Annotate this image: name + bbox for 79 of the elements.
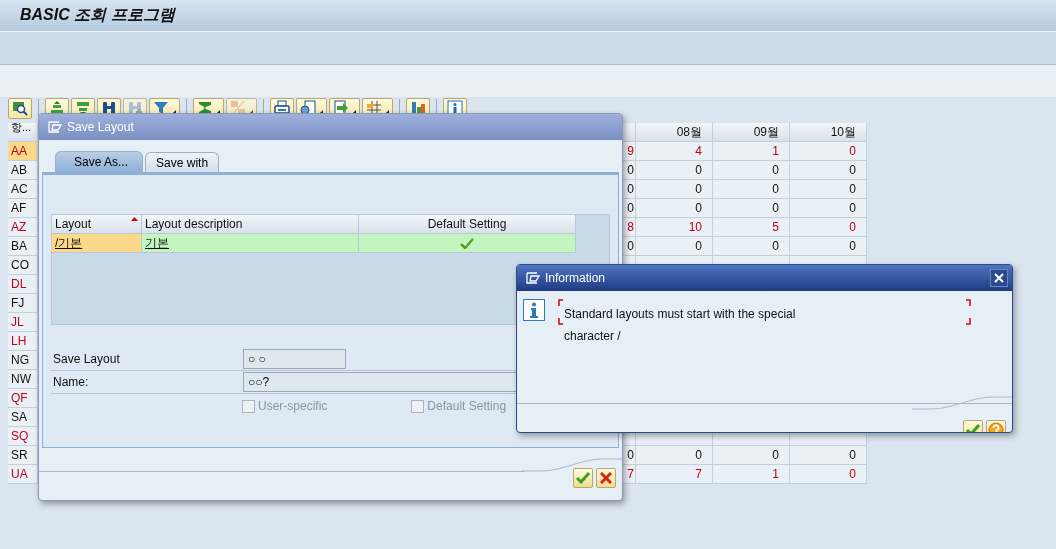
table-cell: JL xyxy=(8,313,38,332)
table-cell: 7 xyxy=(636,465,713,484)
table-cell: 0 xyxy=(790,142,867,161)
dialog-title: Information xyxy=(545,271,606,285)
table-cell: 0 xyxy=(636,180,713,199)
sort-descending-icon xyxy=(75,100,91,116)
focus-marker xyxy=(558,299,563,325)
message-text: Standard layouts must start with the special character / xyxy=(564,306,797,345)
column-header: 항... xyxy=(8,123,38,142)
info-icon xyxy=(523,299,545,321)
table-cell: AZ xyxy=(8,218,38,237)
table-cell: 0 xyxy=(790,237,867,256)
column-header: 09월 xyxy=(713,123,790,142)
description-link[interactable]: 기본 xyxy=(145,236,169,250)
filter-icon xyxy=(153,100,169,116)
column-header: 08월 xyxy=(636,123,713,142)
input-field[interactable]: ○ ○ xyxy=(243,349,346,369)
printer-icon xyxy=(274,100,290,116)
table-cell: LH xyxy=(8,332,38,351)
column-header: 10월 xyxy=(790,123,867,142)
layout-link[interactable]: /기본 xyxy=(55,236,83,250)
field-label: Name: xyxy=(52,375,90,389)
table-cell: 0 xyxy=(636,161,713,180)
table-cell: 5 xyxy=(713,218,790,237)
table-cell: 0 xyxy=(790,161,867,180)
table-cell: AF xyxy=(8,199,38,218)
table-cell: UA xyxy=(8,465,38,484)
table-cell: 0 xyxy=(790,218,867,237)
close-button[interactable] xyxy=(990,269,1008,287)
table-cell: CO xyxy=(8,256,38,275)
column-header: Default Setting xyxy=(359,215,576,234)
column-header: Layout xyxy=(52,215,142,234)
table-cell: 1 xyxy=(713,465,790,484)
table-cell: 4 xyxy=(636,142,713,161)
table-cell: 10 xyxy=(636,218,713,237)
table-cell: SA xyxy=(8,408,38,427)
window-title: BASIC 조회 프로그램 xyxy=(20,5,175,25)
table-cell: 0 xyxy=(636,199,713,218)
table-cell: QF xyxy=(8,389,38,408)
field-label: Save Layout xyxy=(52,352,121,366)
table-cell: DL xyxy=(8,275,38,294)
table-cell: AA xyxy=(8,142,38,161)
sigma-icon xyxy=(197,100,213,116)
table-cell: 0 xyxy=(636,446,713,465)
checkbox-label: Default Setting xyxy=(427,399,507,413)
table-cell: SQ xyxy=(8,427,38,446)
cancel-button[interactable] xyxy=(596,468,616,488)
sort-marker-icon xyxy=(131,217,138,221)
table-cell: 0 xyxy=(713,161,790,180)
window-icon xyxy=(48,121,62,133)
table-cell: 0 xyxy=(713,237,790,256)
tab[interactable]: Save As... xyxy=(55,151,144,172)
table-cell: 1 xyxy=(713,142,790,161)
table-cell: AB xyxy=(8,161,38,180)
table-cell: 0 xyxy=(713,446,790,465)
table-cell: 0 xyxy=(713,180,790,199)
ok-button[interactable] xyxy=(573,468,593,488)
window-icon xyxy=(526,272,540,284)
checkbox-label: User-specific xyxy=(258,399,328,413)
table-cell: SR xyxy=(8,446,38,465)
table-cell: NW xyxy=(8,370,38,389)
toolbar-button[interactable] xyxy=(8,97,32,119)
table-cell: 0 xyxy=(790,446,867,465)
dialog-title: Save Layout xyxy=(67,120,134,134)
table-cell: 0 xyxy=(790,465,867,484)
table-cell: 0 xyxy=(790,180,867,199)
table-cell: BA xyxy=(8,237,38,256)
table-cell: NG xyxy=(8,351,38,370)
column-header: Layout description xyxy=(142,215,359,234)
table-cell: 0 xyxy=(713,199,790,218)
close-icon xyxy=(994,273,1004,283)
table-cell: 0 xyxy=(636,237,713,256)
tab[interactable]: Save with xyxy=(145,152,220,172)
grid-icon xyxy=(366,100,382,116)
table-cell: AC xyxy=(8,180,38,199)
magnifier-icon xyxy=(12,100,28,116)
table-cell: 0 xyxy=(790,199,867,218)
table-cell: FJ xyxy=(8,294,38,313)
focus-marker xyxy=(966,299,971,325)
